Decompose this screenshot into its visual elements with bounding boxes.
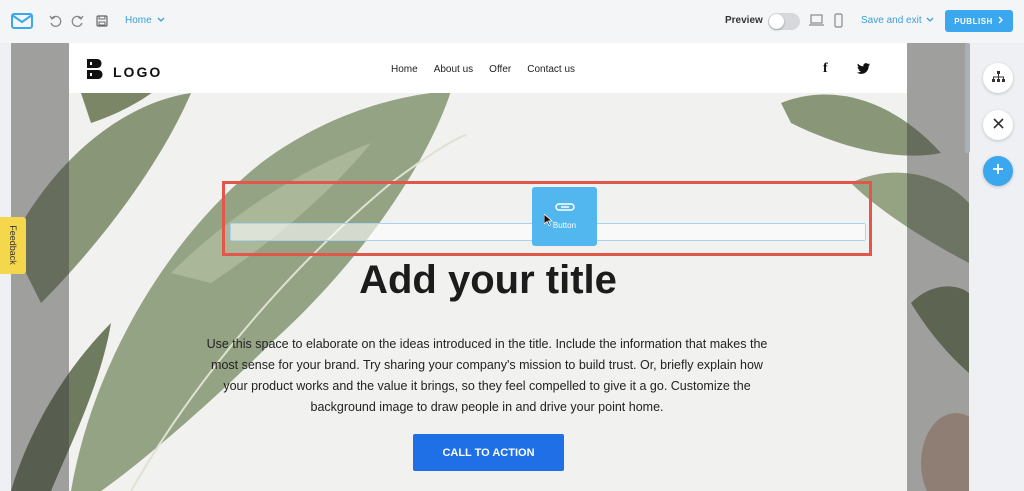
chevron-down-icon (926, 15, 934, 26)
page-logo[interactable]: LOGO (87, 59, 162, 84)
landing-page-preview: LOGO Home About us Offer Contact us f Bu… (69, 43, 907, 491)
logo-text: LOGO (113, 63, 163, 80)
mobile-view-icon[interactable] (832, 12, 844, 28)
save-and-exit-label: Save and exit (861, 15, 922, 26)
nav-item-contact-us[interactable]: Contact us (527, 64, 575, 75)
dragged-button-block[interactable]: Button (532, 187, 597, 246)
preview-toggle[interactable] (768, 13, 800, 30)
dragged-button-label: Button (552, 221, 577, 230)
logo-mark-icon (87, 59, 105, 84)
page-title[interactable]: Add your title (69, 258, 907, 303)
nav-item-about-us[interactable]: About us (434, 64, 473, 75)
save-and-exit-button[interactable]: Save and exit (861, 15, 934, 26)
canvas-scrollbar[interactable] (965, 43, 970, 153)
plus-icon (992, 162, 1004, 180)
sitemap-icon (991, 69, 1005, 87)
undo-icon[interactable] (48, 14, 62, 28)
page-body-text[interactable]: Use this space to elaborate on the ideas… (202, 334, 772, 418)
page-header[interactable]: LOGO Home About us Offer Contact us f (69, 43, 907, 93)
page-nav: Home About us Offer Contact us (391, 64, 575, 75)
publish-label: PUBLISH (954, 16, 993, 26)
twitter-icon[interactable] (857, 63, 870, 77)
add-block-button[interactable] (983, 156, 1013, 186)
nav-item-home[interactable]: Home (391, 64, 418, 75)
canvas-margin-right (907, 43, 969, 491)
editor-canvas[interactable]: LOGO Home About us Offer Contact us f Bu… (11, 43, 969, 491)
call-to-action-button[interactable]: CALL TO ACTION (413, 434, 564, 471)
facebook-icon[interactable]: f (823, 61, 828, 77)
page-select-dropdown[interactable]: Home (125, 15, 165, 26)
preview-label: Preview (725, 15, 763, 26)
link-icon (554, 203, 575, 213)
structure-button[interactable] (983, 63, 1013, 93)
nav-item-offer[interactable]: Offer (489, 64, 511, 75)
page-select-value: Home (125, 15, 152, 26)
desktop-view-icon[interactable] (808, 13, 824, 27)
mail-logo-icon[interactable] (11, 12, 33, 30)
publish-button[interactable]: PUBLISH (945, 10, 1013, 32)
top-toolbar: Home Preview Save and exit PUBLISH (0, 0, 1024, 43)
feedback-tab[interactable]: Feedback (0, 217, 26, 274)
chevron-right-icon (998, 16, 1004, 26)
close-panel-button[interactable] (983, 110, 1013, 140)
redo-icon[interactable] (70, 14, 84, 28)
save-icon[interactable] (95, 14, 108, 27)
feedback-label: Feedback (8, 225, 18, 265)
close-icon (992, 116, 1004, 134)
chevron-down-icon (157, 15, 165, 26)
cursor-icon (543, 213, 554, 231)
